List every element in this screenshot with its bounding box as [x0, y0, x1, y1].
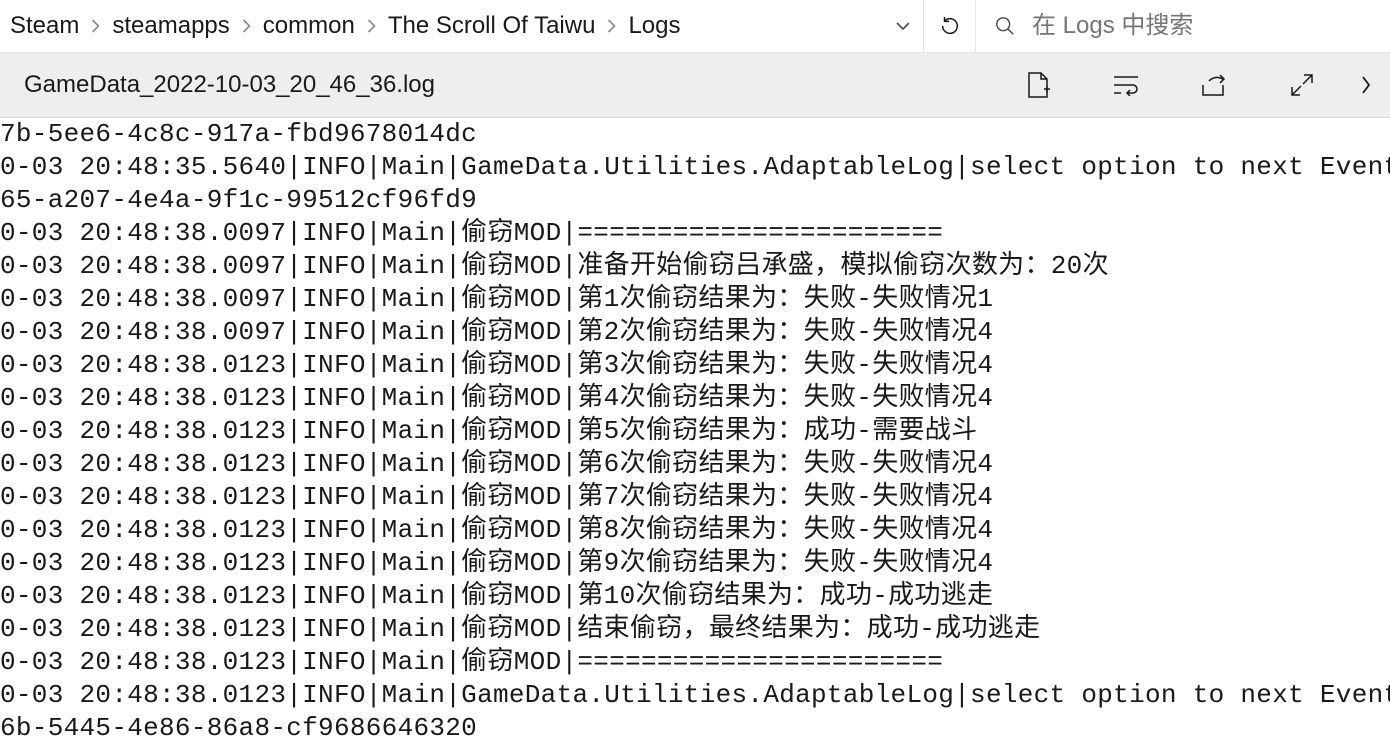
share-button[interactable] — [1170, 53, 1258, 118]
breadcrumb-item-scroll-of-taiwu[interactable]: The Scroll Of Taiwu — [386, 12, 598, 40]
search-box[interactable] — [976, 0, 1390, 53]
breadcrumb: Steam steamapps common The Scroll Of Tai… — [0, 12, 882, 40]
log-line: 0-03 20:48:38.0123|INFO|Main|偷窃MOD|第7次偷窃… — [0, 481, 1390, 514]
log-line: 6b-5445-4e86-86a8-cf9686646320 — [0, 712, 1390, 745]
log-line: 0-03 20:48:38.0123|INFO|Main|偷窃MOD|第3次偷窃… — [0, 349, 1390, 382]
log-line: 7b-5ee6-4c8c-917a-fbd9678014dc — [0, 118, 1390, 151]
log-line: 65-a207-4e4a-9f1c-99512cf96fd9 — [0, 184, 1390, 217]
log-line: 0-03 20:48:38.0123|INFO|Main|偷窃MOD|=====… — [0, 646, 1390, 679]
file-plus-icon — [1026, 71, 1050, 99]
current-file-tab[interactable]: GameData_2022-10-03_20_46_36.log — [24, 71, 994, 99]
log-line: 0-03 20:48:38.0123|INFO|Main|偷窃MOD|第8次偷窃… — [0, 514, 1390, 547]
refresh-icon — [939, 15, 961, 37]
log-line: 0-03 20:48:38.0123|INFO|Main|偷窃MOD|第4次偷窃… — [0, 382, 1390, 415]
chevron-right-icon — [242, 19, 251, 33]
refresh-button[interactable] — [924, 0, 976, 53]
chevron-right-icon — [91, 19, 100, 33]
log-line: 0-03 20:48:38.0123|INFO|Main|GameData.Ut… — [0, 679, 1390, 712]
breadcrumb-item-steam[interactable]: Steam — [8, 12, 81, 40]
more-button[interactable] — [1346, 53, 1386, 118]
log-line: 0-03 20:48:35.5640|INFO|Main|GameData.Ut… — [0, 151, 1390, 184]
search-input[interactable] — [1032, 12, 1372, 40]
chevron-down-icon — [896, 22, 910, 31]
word-wrap-icon — [1113, 74, 1139, 96]
breadcrumb-history-dropdown[interactable] — [882, 0, 924, 53]
log-line: 0-03 20:48:38.0123|INFO|Main|偷窃MOD|第9次偷窃… — [0, 547, 1390, 580]
new-file-button[interactable] — [994, 53, 1082, 118]
log-line: 0-03 20:48:38.0097|INFO|Main|偷窃MOD|第1次偷窃… — [0, 283, 1390, 316]
log-line: 0-03 20:48:38.0097|INFO|Main|偷窃MOD|准备开始偷… — [0, 250, 1390, 283]
breadcrumb-item-steamapps[interactable]: steamapps — [110, 12, 231, 40]
address-bar: Steam steamapps common The Scroll Of Tai… — [0, 0, 1390, 53]
log-content[interactable]: 7b-5ee6-4c8c-917a-fbd9678014dc0-03 20:48… — [0, 118, 1390, 745]
chevron-right-icon — [1360, 73, 1372, 97]
word-wrap-button[interactable] — [1082, 53, 1170, 118]
share-icon — [1201, 73, 1227, 97]
tab-bar: GameData_2022-10-03_20_46_36.log — [0, 53, 1390, 118]
fullscreen-button[interactable] — [1258, 53, 1346, 118]
tab-actions — [994, 53, 1390, 118]
log-line: 0-03 20:48:38.0123|INFO|Main|偷窃MOD|结束偷窃，… — [0, 613, 1390, 646]
log-line: 0-03 20:48:38.0123|INFO|Main|偷窃MOD|第6次偷窃… — [0, 448, 1390, 481]
chevron-right-icon — [607, 19, 616, 33]
expand-icon — [1290, 73, 1314, 97]
log-line: 0-03 20:48:38.0123|INFO|Main|偷窃MOD|第5次偷窃… — [0, 415, 1390, 448]
log-line: 0-03 20:48:38.0097|INFO|Main|偷窃MOD|=====… — [0, 217, 1390, 250]
chevron-right-icon — [367, 19, 376, 33]
breadcrumb-item-logs[interactable]: Logs — [626, 12, 682, 40]
log-line: 0-03 20:48:38.0097|INFO|Main|偷窃MOD|第2次偷窃… — [0, 316, 1390, 349]
search-icon — [994, 15, 1016, 37]
breadcrumb-item-common[interactable]: common — [261, 12, 357, 40]
log-line: 0-03 20:48:38.0123|INFO|Main|偷窃MOD|第10次偷… — [0, 580, 1390, 613]
